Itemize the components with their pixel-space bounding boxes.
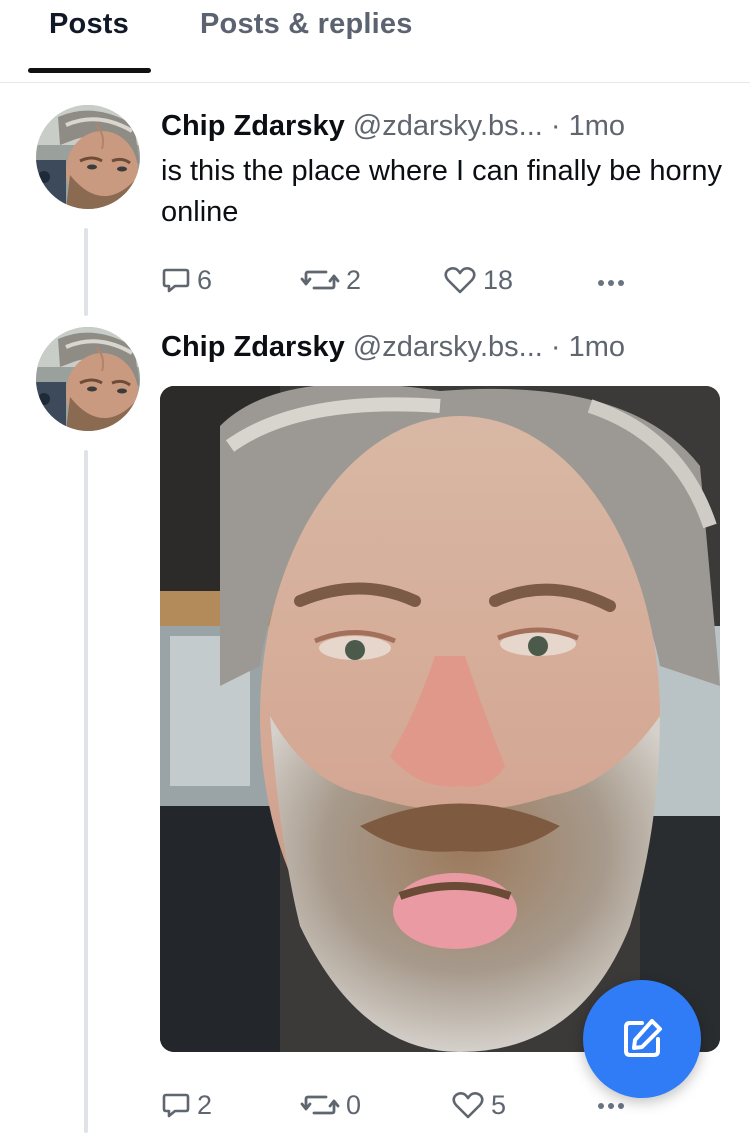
tab-posts-and-replies[interactable]: Posts & replies — [200, 8, 413, 41]
tab-posts[interactable]: Posts — [49, 8, 129, 41]
speech-bubble-icon — [162, 268, 190, 293]
reply-button[interactable]: 6 — [161, 263, 212, 297]
repost-button[interactable]: 0 — [300, 1088, 361, 1122]
profile-tabs: Posts Posts & replies — [0, 0, 750, 83]
post-image[interactable] — [160, 386, 720, 1052]
thread-line — [84, 450, 88, 1133]
ellipsis-icon — [598, 1103, 604, 1109]
separator-dot: · — [550, 331, 561, 363]
post-header: Chip Zdarsky @zdarsky.bs... · 1mo — [161, 329, 625, 365]
repost-count: 2 — [346, 264, 362, 295]
repost-arrows-icon — [300, 1095, 340, 1115]
compose-pencil-icon — [624, 1019, 662, 1057]
reply-count: 2 — [197, 1089, 213, 1120]
post-header: Chip Zdarsky @zdarsky.bs... · 1mo — [161, 108, 625, 144]
post-text: is this the place where I can finally be… — [161, 155, 722, 228]
active-tab-indicator — [28, 68, 151, 73]
repost-button[interactable]: 2 — [300, 263, 361, 297]
more-options-button[interactable] — [598, 1103, 624, 1109]
speech-bubble-icon — [162, 1093, 190, 1118]
like-count: 18 — [483, 264, 514, 295]
avatar[interactable] — [36, 327, 140, 431]
ellipsis-icon — [618, 1103, 624, 1109]
more-options-button[interactable] — [598, 280, 624, 286]
like-button[interactable]: 18 — [443, 263, 513, 297]
ellipsis-icon — [598, 280, 604, 286]
separator-dot: · — [550, 110, 561, 142]
post-timestamp[interactable]: 1mo — [569, 110, 625, 142]
thread-line — [84, 228, 88, 316]
author-handle[interactable]: @zdarsky.bs... — [353, 110, 543, 142]
post-timestamp[interactable]: 1mo — [569, 331, 625, 363]
repost-count: 0 — [346, 1089, 362, 1120]
ellipsis-icon — [618, 280, 624, 286]
reply-button[interactable]: 2 — [161, 1088, 212, 1122]
avatar[interactable] — [36, 105, 140, 209]
reply-count: 6 — [197, 264, 213, 295]
repost-arrows-icon — [300, 270, 340, 290]
like-button[interactable]: 5 — [451, 1088, 506, 1122]
author-name[interactable]: Chip Zdarsky — [161, 331, 345, 363]
ellipsis-icon — [608, 280, 614, 286]
ellipsis-icon — [608, 1103, 614, 1109]
heart-icon — [444, 267, 476, 294]
author-handle[interactable]: @zdarsky.bs... — [353, 331, 543, 363]
author-name[interactable]: Chip Zdarsky — [161, 110, 345, 142]
heart-icon — [452, 1092, 484, 1119]
compose-button[interactable] — [583, 980, 701, 1098]
like-count: 5 — [491, 1089, 507, 1120]
